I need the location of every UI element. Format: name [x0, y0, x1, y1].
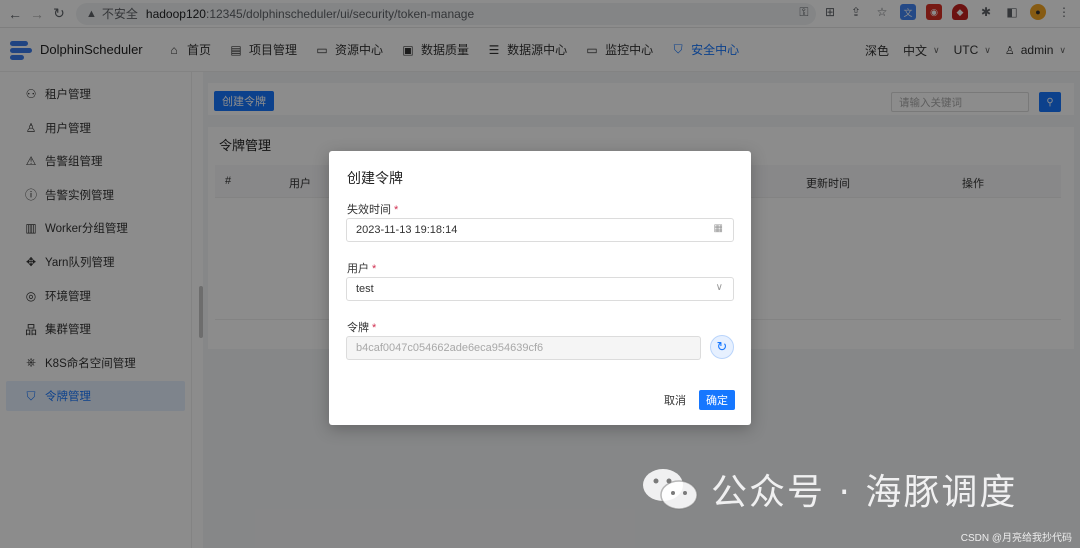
required-mark: *	[372, 263, 377, 275]
token-label: 令牌 *	[347, 319, 376, 335]
csdn-watermark: CSDN @月亮给我抄代码	[960, 533, 1072, 544]
create-token-dialog: 创建令牌 失效时间 * 2023-11-13 19:18:14 ▦ 用户 * tes…	[329, 151, 751, 425]
regenerate-token-button[interactable]: ↻	[710, 335, 734, 359]
expire-time-value: 2023-11-13 19:18:14	[356, 224, 458, 236]
refresh-icon: ↻	[716, 339, 728, 354]
wechat-icon	[641, 467, 699, 511]
token-value: b4caf0047c054662ade6eca954639cf6	[356, 342, 544, 354]
user-select[interactable]: test ∨	[346, 277, 734, 301]
expire-time-picker[interactable]: 2023-11-13 19:18:14 ▦	[346, 218, 734, 242]
wechat-watermark: 公众号 · 海豚调度	[641, 463, 1017, 515]
required-mark: *	[372, 322, 377, 334]
calendar-icon: ▦	[713, 223, 723, 234]
required-mark: *	[394, 204, 399, 216]
chevron-down-icon: ∨	[715, 282, 723, 293]
confirm-button[interactable]: 确定	[699, 390, 735, 410]
user-select-value: test	[356, 283, 374, 295]
expire-time-label: 失效时间 *	[347, 201, 398, 217]
dialog-title: 创建令牌	[347, 170, 403, 186]
token-label-text: 令牌	[347, 322, 369, 334]
user-label: 用户 *	[347, 260, 376, 276]
watermark-text: 公众号 · 海豚调度	[711, 472, 1018, 513]
expire-time-label-text: 失效时间	[347, 204, 391, 216]
token-input: b4caf0047c054662ade6eca954639cf6	[346, 336, 701, 360]
cancel-button[interactable]: 取消	[658, 390, 692, 410]
user-label-text: 用户	[347, 263, 369, 275]
